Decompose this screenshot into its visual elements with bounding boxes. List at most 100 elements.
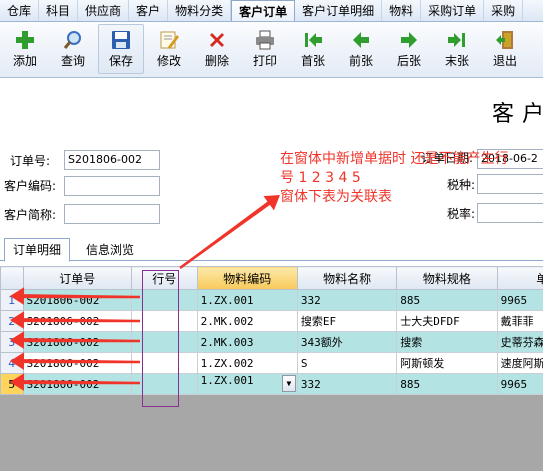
toolbar-button-label: 打印: [252, 54, 277, 68]
toolbar-button-0[interactable]: 添加: [2, 24, 48, 74]
menu-item-9[interactable]: 采购: [484, 0, 524, 21]
toolbar-button-5[interactable]: 打印: [242, 24, 288, 74]
menu-item-1[interactable]: 科目: [39, 0, 79, 21]
table-row[interactable]: 4 S201806-002 1.ZX.002 S 阿斯顿发 速度阿斯: [0, 352, 543, 374]
previous-arrow-icon: [350, 29, 372, 51]
toolbar-button-6[interactable]: 首张: [290, 24, 336, 74]
customer-code-label: 客户编码:: [4, 179, 57, 193]
customer-abbr-label: 客户简称:: [4, 208, 57, 222]
annotation-note: 在窗体中新增单据时 还是不能产生行 号 1 2 3 4 5 窗体下表为关联表: [280, 150, 542, 207]
cell-order[interactable]: S201806-002: [22, 310, 133, 332]
annotation-line-1: 在窗体中新增单据时 还是不能产生行: [280, 151, 509, 167]
cell-order[interactable]: S201806-002: [22, 289, 133, 311]
customer-code-field[interactable]: [64, 176, 160, 196]
floppy-disk-icon: [110, 29, 132, 51]
toolbar-button-label: 前张: [348, 54, 373, 68]
toolbar-button-label: 末张: [444, 54, 469, 68]
cell-code[interactable]: 1.ZX.001: [196, 289, 298, 311]
row-number-cell[interactable]: 1: [0, 289, 24, 311]
toolbar-button-label: 后张: [396, 54, 421, 68]
toolbar-button-8[interactable]: 后张: [386, 24, 432, 74]
tab-info-browse[interactable]: 信息浏览: [78, 239, 142, 261]
order-no-field[interactable]: S201806-002: [64, 150, 160, 170]
magnifier-icon: [62, 29, 84, 51]
toolbar-button-label: 添加: [12, 54, 37, 68]
toolbar-button-7[interactable]: 前张: [338, 24, 384, 74]
menu-item-6[interactable]: 客户订单明细: [295, 0, 383, 21]
cell-unit[interactable]: 戴菲菲: [496, 310, 543, 332]
toolbar-button-label: 首张: [300, 54, 325, 68]
menu-item-0[interactable]: 仓库: [0, 0, 40, 21]
cell-order[interactable]: S201806-002: [22, 352, 133, 374]
toolbar-button-label: 退出: [492, 54, 517, 68]
menu-item-3[interactable]: 客户: [129, 0, 169, 21]
table-row[interactable]: 5 S201806-002 1.ZX.001 ▼ 332 885 9965: [0, 373, 543, 395]
cell-code[interactable]: 1.ZX.001 ▼: [196, 373, 298, 395]
menu-item-7[interactable]: 物料: [382, 0, 422, 21]
cell-spec[interactable]: 885: [396, 373, 498, 395]
dropdown-arrow-icon[interactable]: ▼: [281, 375, 296, 392]
printer-icon: [254, 29, 276, 51]
table-row[interactable]: 1 S201806-002 1.ZX.001 332 885 9965: [0, 289, 543, 311]
toolbar-button-label: 查询: [60, 54, 85, 68]
cell-order[interactable]: S201806-002: [22, 331, 133, 353]
cell-spec[interactable]: 士大夫DFDF: [396, 310, 498, 332]
plus-icon: [14, 29, 36, 51]
menu-item-2[interactable]: 供应商: [78, 0, 130, 21]
delete-x-icon: [206, 29, 228, 51]
cell-name[interactable]: 搜索EF: [296, 310, 398, 332]
customer-abbr-field[interactable]: [64, 204, 160, 224]
toolbar-button-9[interactable]: 末张: [434, 24, 480, 74]
toolbar-button-2[interactable]: 保存: [98, 24, 144, 74]
cell-unit[interactable]: 9965: [496, 289, 543, 311]
cell-spec[interactable]: 搜索: [396, 331, 498, 353]
menu-item-4[interactable]: 物料分类: [168, 0, 232, 21]
column-header-material-spec[interactable]: 物料规格: [396, 266, 498, 290]
cell-unit[interactable]: 速度阿斯: [496, 352, 543, 374]
row-number-cell[interactable]: 5: [0, 373, 24, 395]
menu-item-5[interactable]: 客户订单: [231, 0, 296, 21]
cell-code[interactable]: 2.MK.002: [196, 310, 298, 332]
cell-spec[interactable]: 885: [396, 289, 498, 311]
column-header-material-code[interactable]: 物料编码: [196, 266, 298, 290]
exit-door-icon: [494, 29, 516, 51]
detail-tabs: 订单明细 信息浏览: [0, 237, 543, 262]
cell-code[interactable]: 2.MK.003: [196, 331, 298, 353]
cell-name[interactable]: S: [296, 352, 398, 374]
cell-name[interactable]: 332: [296, 373, 398, 395]
edit-pencil-icon: [158, 29, 180, 51]
row-header-corner[interactable]: [0, 266, 24, 290]
cell-spec[interactable]: 阿斯顿发: [396, 352, 498, 374]
order-no-label: 订单号:: [10, 154, 51, 168]
cell-unit[interactable]: 史蒂芬森: [496, 331, 543, 353]
cell-code[interactable]: 1.ZX.002: [196, 352, 298, 374]
tab-order-detail[interactable]: 订单明细: [4, 238, 71, 262]
row-number-cell[interactable]: 3: [0, 331, 24, 353]
next-arrow-icon: [398, 29, 420, 51]
annotation-line-3: 窗体下表为关联表: [280, 189, 392, 205]
cell-name[interactable]: 332: [296, 289, 398, 311]
cell-unit[interactable]: 9965: [496, 373, 543, 395]
toolbar-button-1[interactable]: 查询: [50, 24, 96, 74]
cell-name[interactable]: 343额外: [296, 331, 398, 353]
tax-rate-label: 税率:: [447, 207, 476, 221]
column-header-unit[interactable]: 单位: [496, 266, 543, 290]
toolbar-button-10[interactable]: 退出: [482, 24, 528, 74]
line-no-highlight-box: [142, 270, 179, 407]
column-header-material-name[interactable]: 物料名称: [296, 266, 398, 290]
table-row[interactable]: 2 S201806-002 2.MK.002 搜索EF 士大夫DFDF 戴菲菲: [0, 310, 543, 332]
cell-order[interactable]: S201806-002: [22, 373, 133, 395]
last-arrow-icon: [446, 29, 468, 51]
row-number-cell[interactable]: 2: [0, 310, 24, 332]
toolbar: 添加 查询 保存 修改 删除 打印 首张 前张 后张 末张 退出: [0, 22, 543, 78]
toolbar-button-4[interactable]: 删除: [194, 24, 240, 74]
menu-item-8[interactable]: 采购订单: [421, 0, 485, 21]
menu-bar: 仓库 科目 供应商 客户 物料分类 客户订单 客户订单明细 物料 采购订单 采购: [0, 0, 543, 22]
cell-value: 1.ZX.001: [200, 374, 254, 388]
toolbar-button-3[interactable]: 修改: [146, 24, 192, 74]
first-arrow-icon: [302, 29, 324, 51]
table-row[interactable]: 3 S201806-002 2.MK.003 343额外 搜索 史蒂芬森: [0, 331, 543, 353]
row-number-cell[interactable]: 4: [0, 352, 24, 374]
column-header-order-no[interactable]: 订单号: [22, 266, 133, 290]
toolbar-button-label: 删除: [204, 54, 229, 68]
